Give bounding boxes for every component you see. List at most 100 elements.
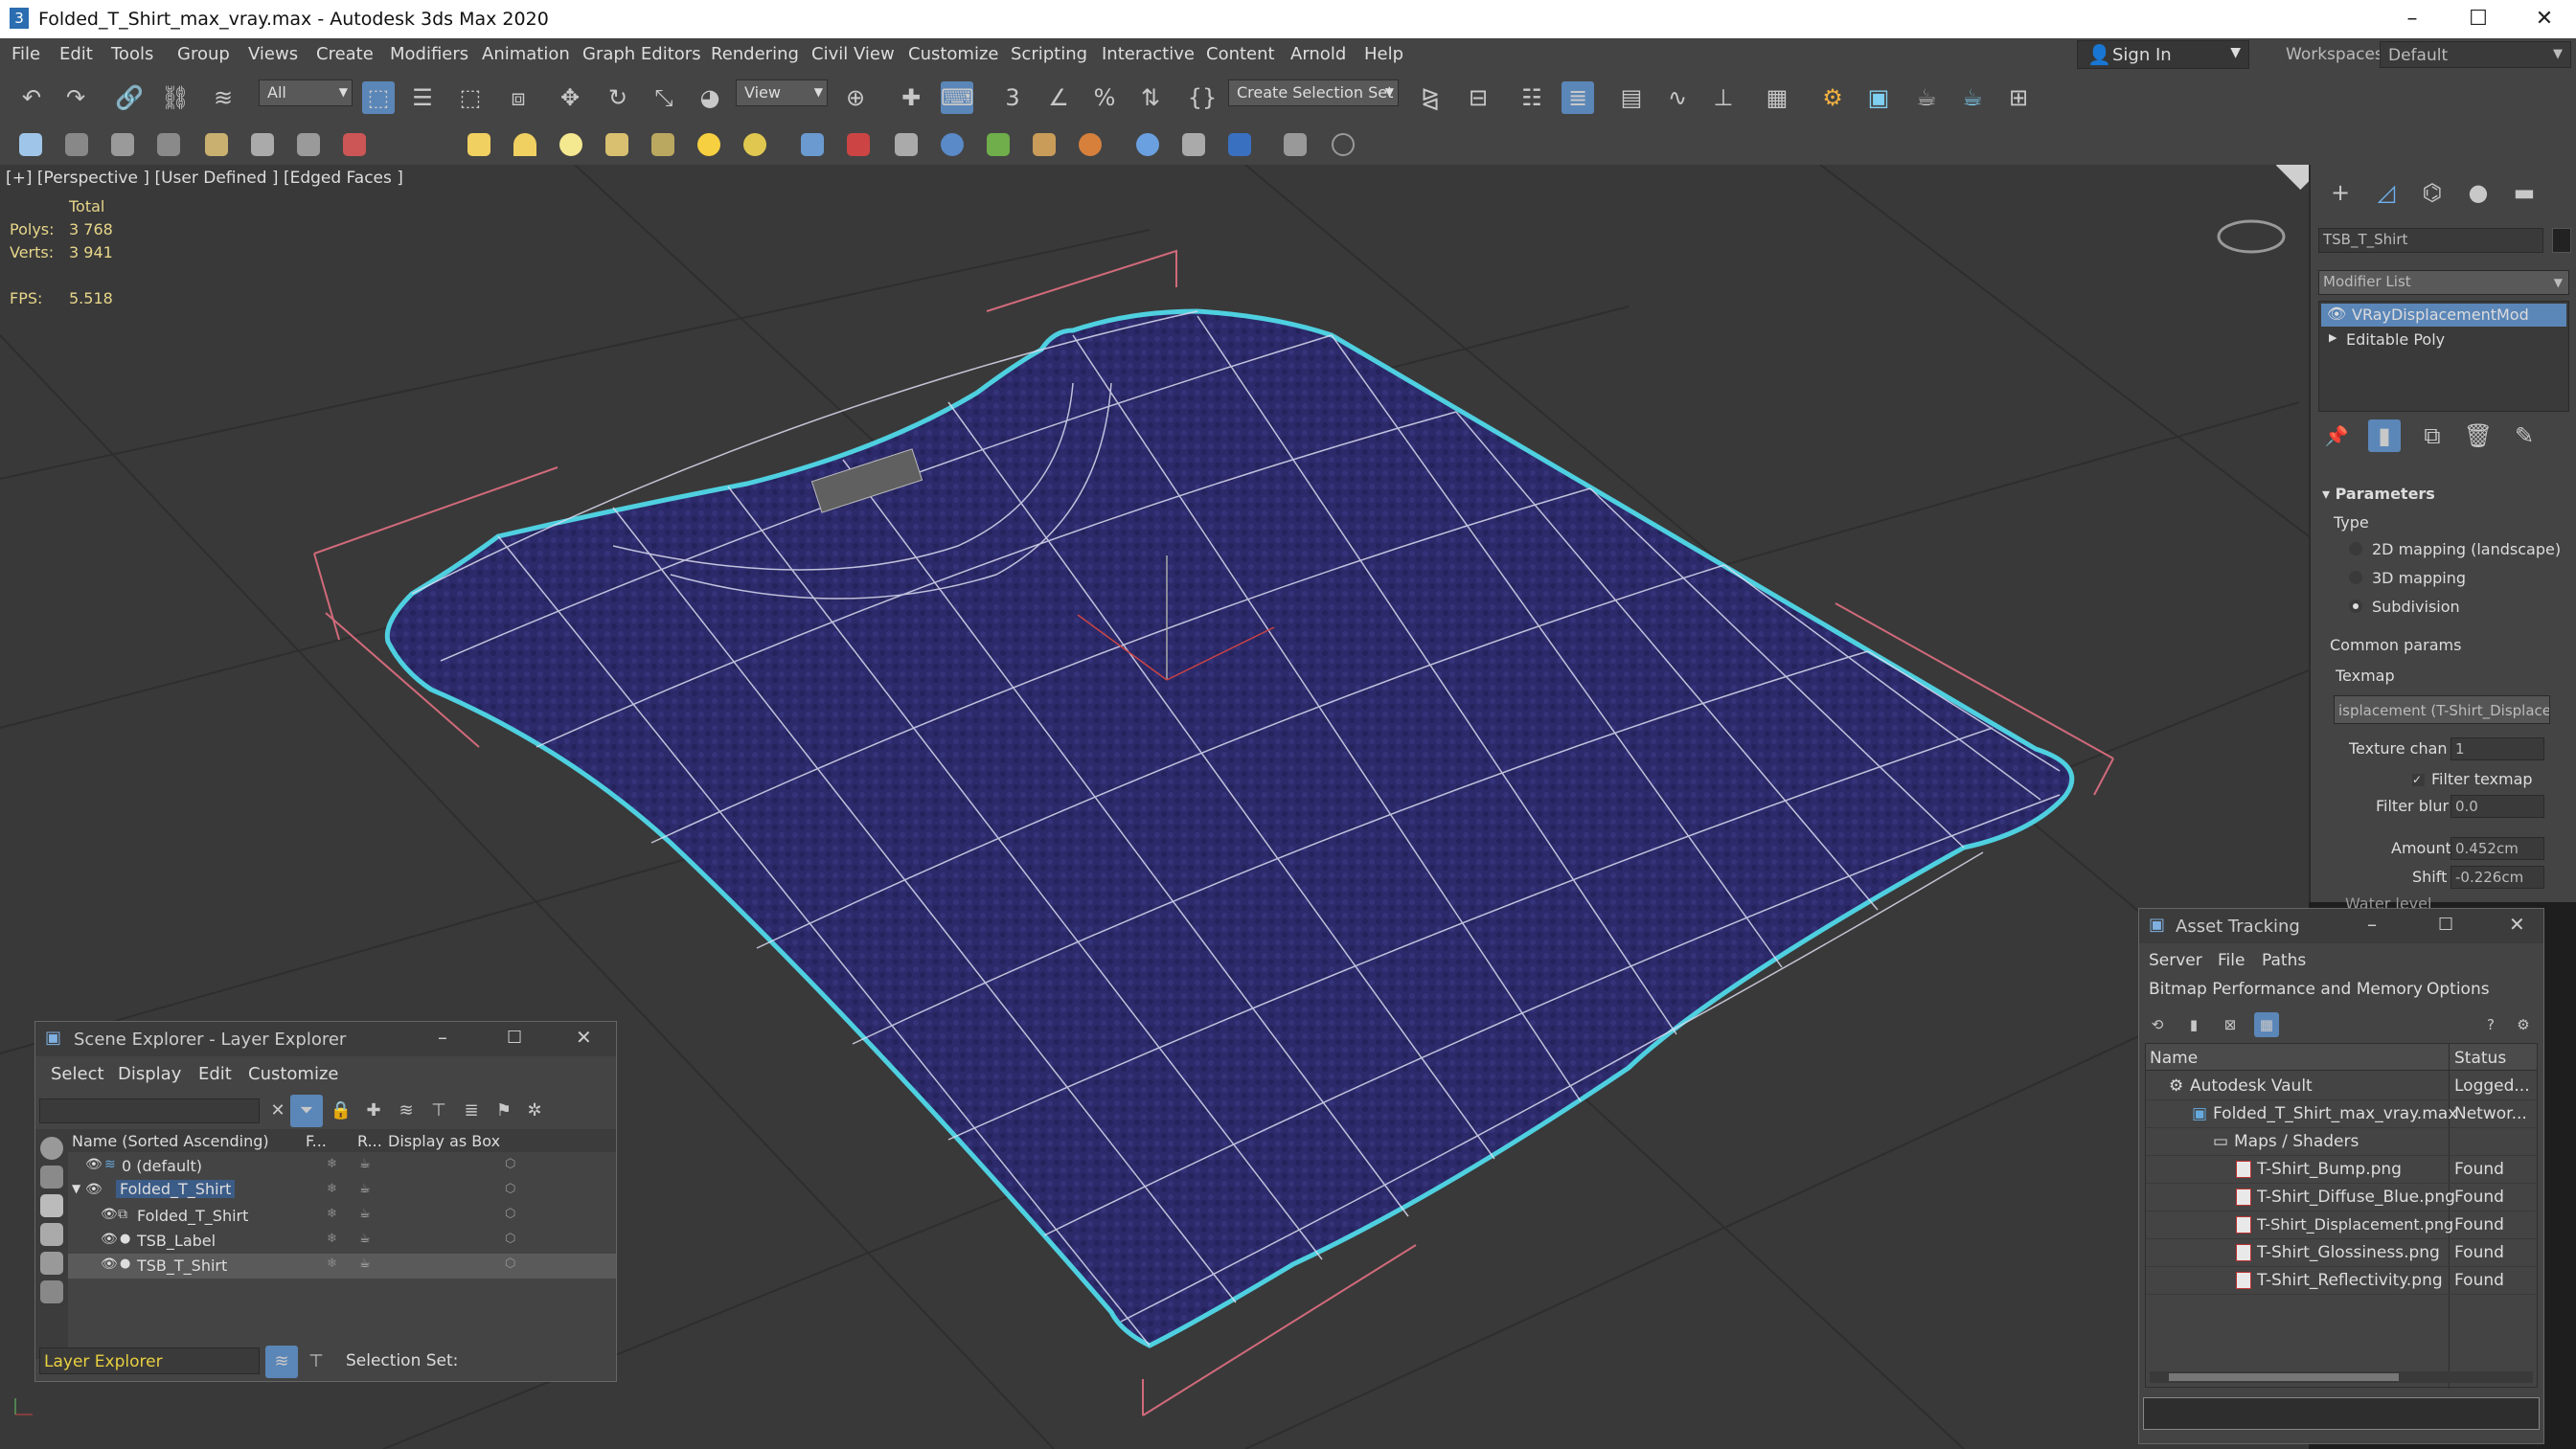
- align-icon[interactable]: ⊟: [1462, 81, 1494, 114]
- asset-row[interactable]: ⚙ Autodesk Vault Logged...: [2146, 1073, 2539, 1100]
- scale-icon[interactable]: ⤡: [648, 81, 680, 114]
- eye-icon[interactable]: 👁: [101, 1232, 118, 1247]
- edit-named-selection-icon[interactable]: {}: [1186, 81, 1219, 114]
- freeze-icon[interactable]: ❄: [327, 1157, 337, 1171]
- remove-modifier-icon[interactable]: 🗑: [2462, 419, 2495, 452]
- sort-icon[interactable]: ⊤: [300, 1346, 332, 1378]
- select-by-name-icon[interactable]: ☰: [406, 81, 439, 114]
- menu-interactive[interactable]: Interactive: [1102, 44, 1195, 64]
- sign-in-dropdown[interactable]: 👤 Sign In ▼: [2077, 40, 2249, 69]
- minimize-button[interactable]: –: [2383, 4, 2441, 34]
- explorer-mode-select[interactable]: Layer Explorer: [39, 1347, 260, 1374]
- scene-explorer-search-input[interactable]: [39, 1098, 260, 1123]
- viewport-label[interactable]: [+] [Perspective ] [User Defined ] [Edge…: [6, 169, 403, 188]
- move-icon[interactable]: ✥: [554, 81, 586, 114]
- at-menu-paths[interactable]: Paths: [2262, 951, 2306, 970]
- bind-space-warp-icon[interactable]: ≋: [207, 81, 239, 114]
- display-geometry-icon[interactable]: [40, 1137, 63, 1160]
- menu-arnold[interactable]: Arnold: [1290, 44, 1346, 64]
- sync-selection-icon[interactable]: ✲: [518, 1095, 551, 1127]
- asset-row[interactable]: T-Shirt_Glossiness.png Found: [2146, 1239, 2539, 1267]
- at-menu-file[interactable]: File: [2218, 951, 2245, 970]
- asset-row[interactable]: ▭ Maps / Shaders: [2146, 1128, 2539, 1156]
- display-helpers-icon[interactable]: [40, 1252, 63, 1275]
- menu-create[interactable]: Create: [316, 44, 374, 64]
- menu-group[interactable]: Group: [177, 44, 230, 64]
- display-space-warps-icon[interactable]: [40, 1280, 63, 1303]
- vray-plane-light-icon[interactable]: [467, 133, 490, 156]
- scene-explorer-titlebar[interactable]: ▣ Scene Explorer - Layer Explorer – ☐ ✕: [35, 1022, 616, 1056]
- spinner-snap-icon[interactable]: ⇅: [1134, 81, 1167, 114]
- render-production-icon[interactable]: ☕: [1910, 81, 1943, 114]
- vray-proxy-icon[interactable]: [801, 133, 824, 156]
- se-menu-edit[interactable]: Edit: [198, 1064, 232, 1084]
- display-lights-icon[interactable]: [40, 1194, 63, 1217]
- viewcube-icon[interactable]: [2217, 165, 2309, 254]
- motion-tab-icon[interactable]: ●: [2462, 176, 2495, 209]
- menu-views[interactable]: Views: [248, 44, 298, 64]
- menu-customize[interactable]: Customize: [908, 44, 998, 64]
- create-layer-icon[interactable]: ✚: [357, 1095, 390, 1127]
- modifier-list-select[interactable]: Modifier List ▼: [2318, 270, 2569, 295]
- menu-rendering[interactable]: Rendering: [711, 44, 799, 64]
- highlight-layer-icon[interactable]: ⚑: [488, 1095, 520, 1127]
- se-menu-select[interactable]: Select: [51, 1064, 104, 1084]
- filter-icon[interactable]: ⏷: [290, 1095, 323, 1127]
- rendered-frame-window-icon[interactable]: ▣: [1862, 81, 1895, 114]
- create-tab-icon[interactable]: +: [2324, 176, 2357, 209]
- render-teapot-icon[interactable]: ☕: [359, 1232, 371, 1246]
- display-shapes-icon[interactable]: [40, 1166, 63, 1189]
- tree-row[interactable]: ▼ 👁 Folded_T_Shirt ❄ ☕ ⬡: [68, 1179, 616, 1204]
- object-color-swatch[interactable]: [2552, 228, 2571, 253]
- vray-mtl-converter-icon[interactable]: [1182, 133, 1205, 156]
- help-icon[interactable]: [1332, 133, 1355, 156]
- freeze-icon[interactable]: ❄: [327, 1257, 337, 1271]
- texture-chan-spinner[interactable]: 1: [2451, 737, 2544, 760]
- settings-icon[interactable]: ⚙: [2511, 1012, 2536, 1037]
- workspaces-select[interactable]: Default ▼: [2380, 41, 2571, 68]
- vray-sphere-light-icon[interactable]: [559, 133, 582, 156]
- at-menu-options[interactable]: Options: [2427, 980, 2490, 999]
- vray-material-icon[interactable]: [1136, 133, 1159, 156]
- vray-plane-icon[interactable]: [895, 133, 918, 156]
- rotate-icon[interactable]: ↻: [602, 81, 634, 114]
- render-iterative-icon[interactable]: ☕: [1956, 81, 1989, 114]
- display-tab-icon[interactable]: ▬: [2508, 176, 2541, 209]
- menu-help[interactable]: Help: [1364, 44, 1403, 64]
- menu-civil-view[interactable]: Civil View: [811, 44, 895, 64]
- menu-animation[interactable]: Animation: [482, 44, 570, 64]
- selection-filter-select[interactable]: All ▼: [259, 79, 353, 106]
- at-menu-bitmap-performance[interactable]: Bitmap Performance and Memory: [2149, 980, 2423, 999]
- column-display-as-box[interactable]: Display as Box: [388, 1132, 500, 1150]
- stack-item-vraydisplacementmod[interactable]: 👁 VRayDisplacementMod: [2321, 304, 2566, 327]
- layer-explorer-toggle-icon[interactable]: ≋: [265, 1346, 298, 1378]
- column-status[interactable]: Status: [2454, 1049, 2506, 1068]
- radio-3d-mapping[interactable]: [2349, 571, 2362, 584]
- tree-row[interactable]: 👁 ⧉ Folded_T_Shirt ❄ ☕ ⬡: [68, 1204, 616, 1229]
- display-box-icon[interactable]: ⬡: [505, 1257, 515, 1271]
- minimize-button[interactable]: –: [2367, 913, 2377, 936]
- filter-blur-spinner[interactable]: 0.0: [2451, 795, 2544, 818]
- show-end-result-icon[interactable]: ▮: [2368, 419, 2401, 452]
- object-name-field[interactable]: TSB_T_Shirt: [2318, 228, 2543, 253]
- vray-export-icon[interactable]: [1284, 133, 1307, 156]
- mirror-icon[interactable]: ⧎: [1414, 81, 1447, 114]
- render-in-cloud-icon[interactable]: ⊞: [2002, 81, 2035, 114]
- menu-file[interactable]: File: [11, 44, 40, 64]
- vray-sun-icon[interactable]: [297, 133, 320, 156]
- redo-icon[interactable]: ↷: [59, 81, 92, 114]
- hierarchy-tab-icon[interactable]: ⌬: [2416, 176, 2449, 209]
- column-frozen[interactable]: F...: [306, 1132, 327, 1150]
- toggle-layer-explorer-icon[interactable]: ≣: [1562, 81, 1594, 114]
- keyboard-shortcut-override-icon[interactable]: ⌨: [941, 81, 974, 114]
- amount-spinner[interactable]: 0.452cm: [2451, 837, 2544, 860]
- display-box-icon[interactable]: ⬡: [505, 1207, 515, 1221]
- reference-coordinate-select[interactable]: View ▼: [736, 79, 828, 106]
- angle-snap-icon[interactable]: ∠: [1042, 81, 1075, 114]
- freeze-icon[interactable]: ❄: [327, 1207, 337, 1221]
- asset-row[interactable]: T-Shirt_Displacement.png Found: [2146, 1211, 2539, 1239]
- make-unique-icon[interactable]: ⧉: [2416, 419, 2449, 452]
- render-teapot-icon[interactable]: ☕: [359, 1207, 371, 1221]
- link-icon[interactable]: 🔗: [113, 81, 146, 114]
- eye-icon[interactable]: 👁: [2327, 305, 2346, 323]
